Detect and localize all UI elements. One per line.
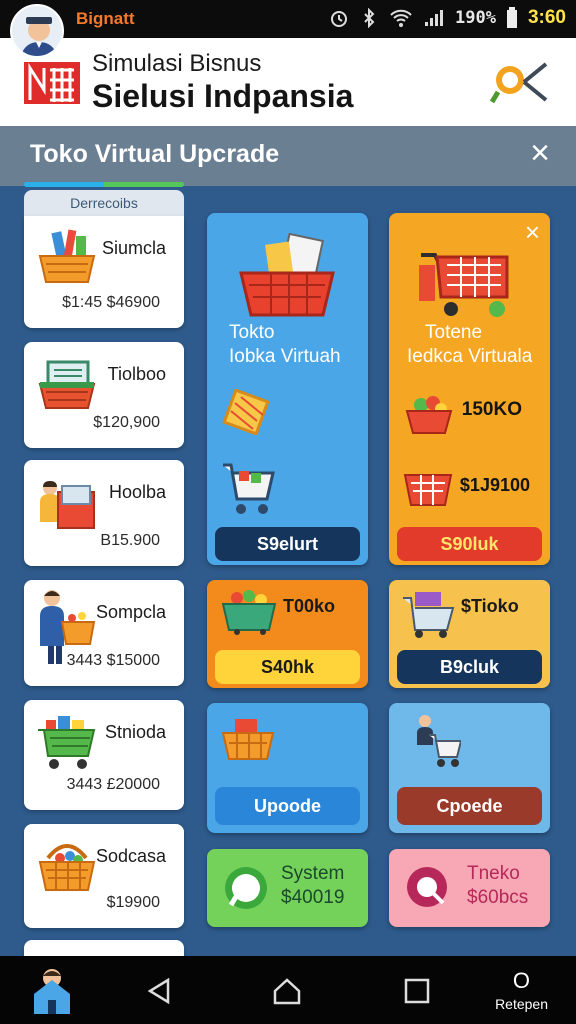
list-item[interactable]: Hoolba B15.900 (24, 460, 184, 566)
item-price: $1:45 $46900 (62, 294, 160, 311)
store-tile-blue[interactable]: Tokto Iobka Virtuah S9elurt (207, 213, 368, 565)
fruit-basket-icon (405, 396, 453, 434)
status-app-name: Bignatt (76, 9, 135, 28)
alarm-icon (331, 11, 348, 27)
red-basket-icon (403, 474, 453, 506)
app-header: Simulasi Bisnus Sielusi Indpansia (0, 38, 576, 126)
list-item[interactable]: Tiolboo $120,900 (24, 342, 184, 448)
chat-bubble-icon (225, 867, 267, 909)
tile-value-1: 150KO (461, 399, 522, 420)
basket-tools-icon (38, 229, 96, 283)
wifi-icon (390, 9, 412, 27)
tile-label: $Tioko (461, 596, 519, 616)
store-logo-icon (24, 62, 80, 104)
item-name: Siumcla (101, 238, 166, 258)
cart-icon (223, 463, 275, 514)
tab-indicator (24, 182, 184, 187)
user-avatar[interactable] (10, 4, 64, 58)
store-tile-blue-small[interactable]: Upoode (207, 703, 368, 833)
buy-button[interactable]: S40hk (215, 650, 360, 684)
item-name: Stnioda (104, 722, 166, 742)
store-tile-orange-small[interactable]: T00ko S40hk (207, 580, 368, 688)
select-button[interactable]: S9elurt (215, 527, 360, 561)
person-cart-icon (417, 715, 461, 767)
grocery-basket-icon (38, 844, 96, 891)
header-title: Sielusi Indpansia (92, 78, 354, 114)
market-cart-icon (419, 253, 509, 317)
register-cart-icon (403, 592, 455, 638)
tile-line2: $40019 (281, 887, 345, 908)
signal-icon (425, 10, 444, 26)
upgrade-button[interactable]: Upoode (215, 787, 360, 825)
store-tile-pink[interactable]: Tneko $60bcs (389, 849, 550, 927)
home-person-icon[interactable] (30, 964, 74, 1016)
item-price: $120,900 (93, 414, 160, 431)
select-button[interactable]: S90luk (397, 527, 542, 561)
tile-value-2: $1J9100 (459, 475, 530, 495)
circle-icon[interactable]: O (513, 968, 530, 994)
tile-label: T00ko (283, 596, 336, 616)
magnifier-icon (407, 867, 447, 907)
battery-icon (506, 7, 517, 28)
status-bar: Bignatt 190% 3:60 (0, 0, 576, 38)
item-name: Sompcla (95, 602, 166, 622)
item-price: B15.900 (100, 532, 160, 549)
section-header: Toko Virtual Upcrade × (0, 126, 576, 186)
status-icons: 190% 3:60 (329, 7, 566, 29)
close-icon[interactable]: × (530, 136, 550, 170)
magnifier-check-icon[interactable] (490, 58, 554, 106)
tile-label-line1: Totene (425, 322, 483, 343)
nav-label[interactable]: Retepen (495, 996, 548, 1012)
buy-button[interactable]: B9cluk (397, 650, 542, 684)
navigation-bar: O Retepen (0, 956, 576, 1024)
item-price: 3443 $15000 (66, 652, 160, 669)
basket-register-icon (38, 360, 96, 409)
waffle-grid-icon (222, 389, 270, 435)
item-name: Sodcasa (95, 846, 166, 866)
app-screen: Bignatt 190% 3:60 Simulasi Bisnus Sielus… (0, 0, 576, 1024)
bluetooth-icon (364, 8, 375, 28)
item-name: Tiolboo (107, 364, 166, 384)
list-item[interactable]: Sodcasa $19900 (24, 824, 184, 928)
store-tile-lightblue-small[interactable]: Cpoede (389, 703, 550, 833)
upgrade-button[interactable]: Cpoede (397, 787, 542, 825)
tile-label-line2: Iedkca Virtuala (407, 346, 533, 367)
status-time: 3:60 (527, 7, 566, 28)
tile-label-line1: Tokto (229, 322, 275, 343)
shopkeeper-icon (40, 481, 95, 529)
section-title: Toko Virtual Upcrade (30, 140, 280, 168)
red-basket-icon (239, 233, 335, 317)
list-item[interactable]: Stnioda 3443 £20000 (24, 700, 184, 810)
home-icon[interactable] (272, 976, 302, 1006)
tile-line2: $60bcs (467, 887, 529, 908)
close-icon[interactable]: × (525, 217, 540, 248)
item-price: $19900 (106, 894, 160, 911)
tile-line1: Tneko (467, 863, 520, 884)
store-tile-orange[interactable]: × Totene Iedkca Virtuala 150KO $1J9100 S… (389, 213, 550, 565)
store-tile-yellow-small[interactable]: $Tioko B9cluk (389, 580, 550, 688)
back-icon[interactable] (144, 976, 174, 1006)
orange-basket-icon (221, 719, 275, 760)
list-item[interactable]: Sompcla 3443 $15000 (24, 580, 184, 686)
battery-percent: 190% (455, 8, 496, 28)
tile-line1: System (281, 863, 345, 884)
veggie-basket-icon (221, 590, 277, 635)
item-price: 3443 £20000 (66, 776, 160, 793)
tile-label-line2: Iobka Virtuah (229, 346, 341, 367)
shopping-cart-icon (38, 716, 96, 769)
header-subtitle: Simulasi Bisnus (92, 50, 262, 77)
list-header: Derrecoibs (24, 190, 184, 216)
recents-icon[interactable] (402, 976, 432, 1006)
system-tile[interactable]: System $40019 (207, 849, 368, 927)
list-item[interactable]: Siumcla $1:45 $46900 (24, 216, 184, 328)
item-name: Hoolba (108, 482, 166, 502)
